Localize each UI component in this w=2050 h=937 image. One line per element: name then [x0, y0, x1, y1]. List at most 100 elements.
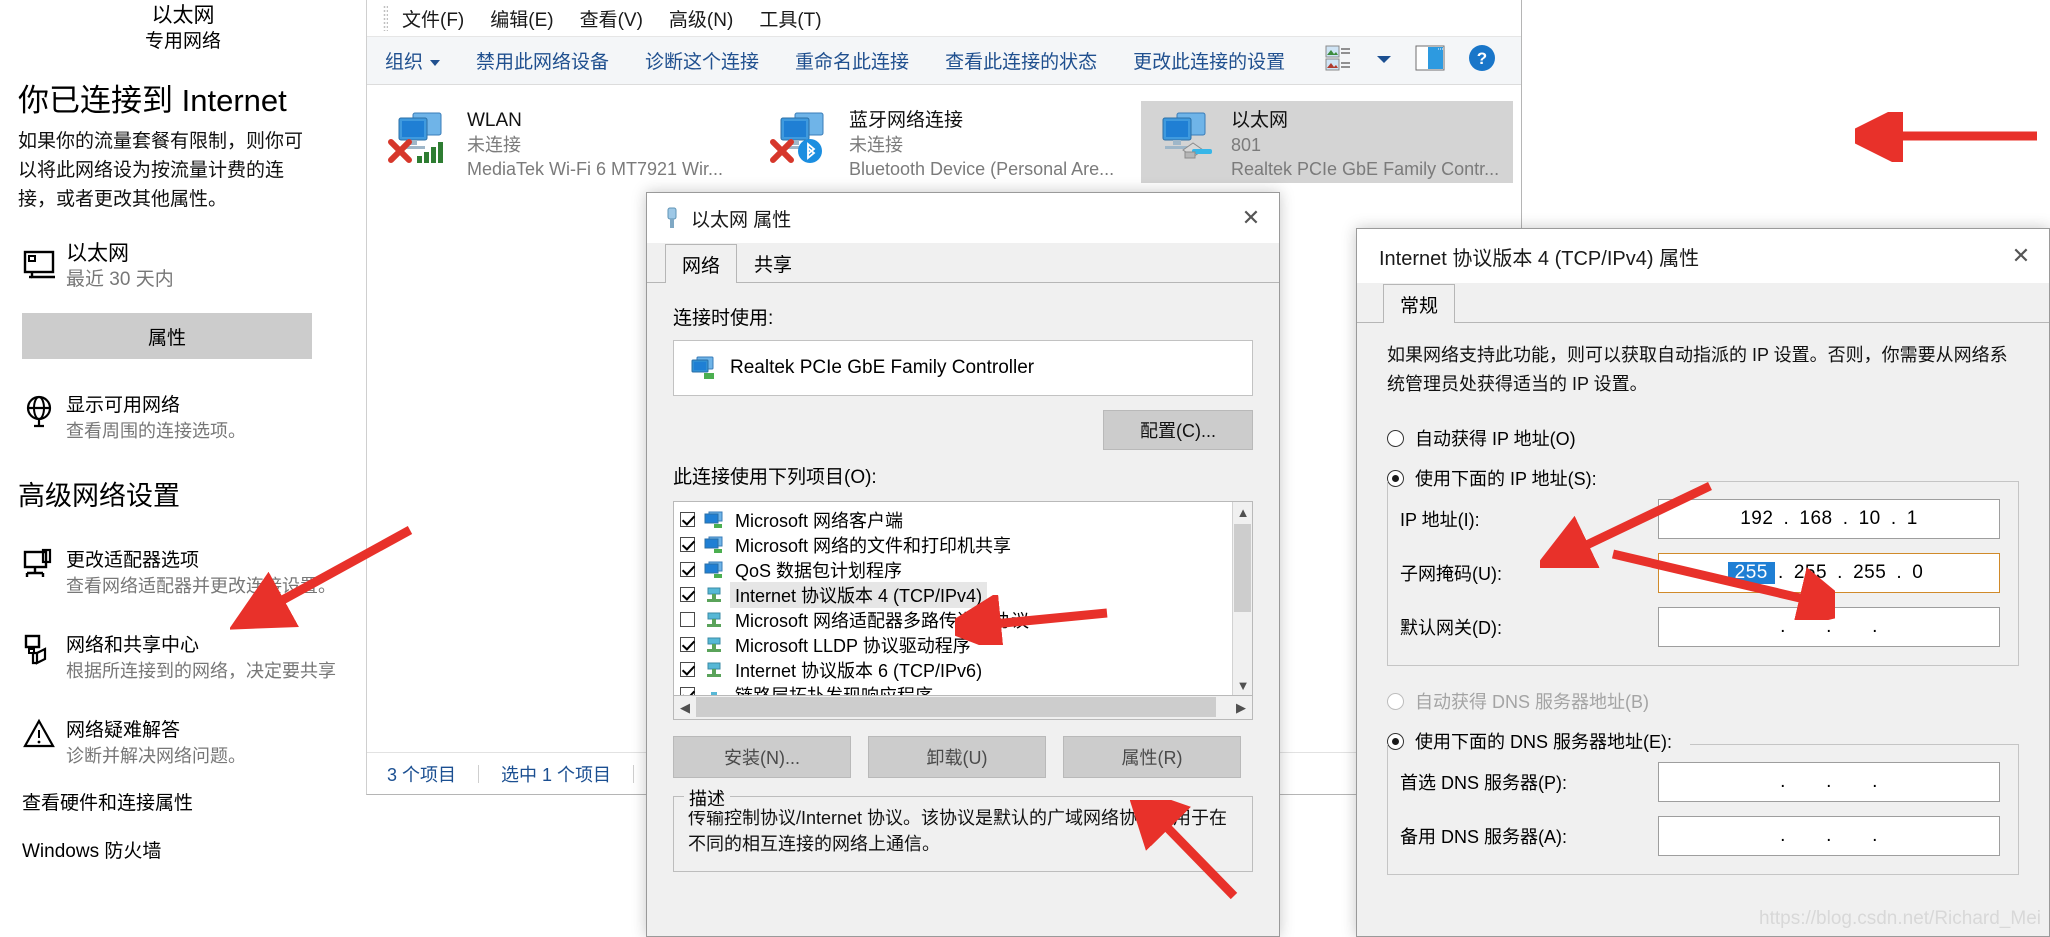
list-item[interactable]: Microsoft LLDP 协议驱动程序: [680, 632, 1252, 657]
adapter-item-bluetooth[interactable]: 蓝牙网络连接 未连接 Bluetooth Device (Personal Ar…: [759, 101, 1131, 183]
list-item-label: Internet 协议版本 6 (TCP/IPv6): [735, 660, 983, 681]
octet-1[interactable]: 255: [1727, 562, 1775, 584]
dot-separator: .: [1872, 616, 1878, 637]
adapter-device: Bluetooth Device (Personal Are...: [849, 159, 1115, 179]
scroll-up-icon[interactable]: ▲: [1233, 502, 1252, 522]
vertical-scrollbar[interactable]: ▲ ▼: [1232, 502, 1252, 695]
adapter-item-ethernet[interactable]: 以太网 801 Realtek PCIe GbE Family Contr...: [1141, 101, 1513, 183]
tab-network[interactable]: 网络: [665, 244, 738, 283]
octet-4[interactable]: 1: [1900, 508, 1925, 530]
watermark: https://blog.csdn.net/Richard_Mei: [1759, 908, 2041, 929]
checkbox[interactable]: [680, 662, 695, 677]
checkbox[interactable]: [680, 612, 695, 627]
dot-separator: .: [1890, 508, 1897, 529]
checkbox[interactable]: [680, 637, 695, 652]
preview-pane-icon[interactable]: [1415, 45, 1445, 76]
install-button[interactable]: 安装(N)...: [673, 736, 851, 778]
octet-3[interactable]: 255: [1846, 562, 1893, 584]
sidebar-item-network-sharing-center[interactable]: 网络和共享中心 根据所连接到的网络，决定要共享: [22, 633, 366, 684]
list-item[interactable]: Microsoft 网络客户端: [680, 507, 1252, 532]
radio-label: 自动获得 DNS 服务器地址(B): [1415, 692, 1649, 712]
sidebar-item-network-troubleshooter[interactable]: 网络疑难解答 诊断并解决网络问题。: [22, 718, 366, 769]
scroll-down-icon[interactable]: ▼: [1233, 675, 1252, 695]
scroll-left-icon[interactable]: ◀: [674, 700, 696, 716]
configure-button[interactable]: 配置(C)...: [1103, 410, 1253, 450]
scroll-thumb[interactable]: [1234, 524, 1251, 612]
adapter-name-value: Realtek PCIe GbE Family Controller: [730, 357, 1035, 378]
protocol-list[interactable]: Microsoft 网络客户端 Microsoft 网络的文件和打印机共享 Qo…: [673, 501, 1253, 696]
link-hardware-connection-properties[interactable]: 查看硬件和连接属性: [22, 791, 366, 817]
scroll-thumb-horizontal[interactable]: [696, 697, 1216, 717]
properties-button[interactable]: 属性(R): [1063, 736, 1241, 778]
sidebar-item-sub: 根据所连接到的网络，决定要共享: [66, 661, 336, 681]
page-description: 如果你的流量套餐有限制，则你可以将此网络设为按流量计费的连接，或者更改其他属性。: [18, 131, 304, 210]
horizontal-scrollbar[interactable]: ◀ ▶: [673, 696, 1253, 720]
dot-separator: .: [1842, 508, 1849, 529]
list-item[interactable]: Internet 协议版本 6 (TCP/IPv6): [680, 657, 1252, 682]
dot-separator: .: [1896, 562, 1903, 583]
sidebar-item-change-adapter-options[interactable]: 更改适配器选项 查看网络适配器并更改连接设置。: [22, 548, 366, 599]
close-icon[interactable]: ✕: [1223, 193, 1279, 243]
radio-button[interactable]: [1387, 692, 1404, 710]
adapter-name: 蓝牙网络连接: [849, 110, 964, 131]
tcpipv4-properties-dialog: Internet 协议版本 4 (TCP/IPv4) 属性 ✕ 常规 如果网络支…: [1356, 228, 2050, 937]
toolbar-change-settings[interactable]: 更改此连接的设置: [1133, 47, 1285, 74]
checkbox[interactable]: [680, 562, 695, 577]
menu-edit[interactable]: 编辑(E): [490, 5, 553, 32]
list-item-tcpipv4[interactable]: Internet 协议版本 4 (TCP/IPv4): [680, 581, 1252, 608]
alternate-dns-input[interactable]: . . .: [1658, 816, 2000, 856]
octet-2[interactable]: 255: [1787, 562, 1834, 584]
checkbox[interactable]: [680, 512, 695, 527]
octet-2[interactable]: 168: [1792, 508, 1839, 530]
tab-general[interactable]: 常规: [1383, 284, 1456, 323]
tab-sharing[interactable]: 共享: [737, 243, 809, 282]
help-icon[interactable]: ?: [1467, 43, 1497, 78]
protocol-icon: [707, 587, 721, 602]
checkbox[interactable]: [680, 587, 695, 602]
status-separator: [633, 764, 635, 783]
menu-file[interactable]: 文件(F): [402, 5, 464, 32]
radio-button[interactable]: [1387, 429, 1404, 447]
scroll-right-icon[interactable]: ▶: [1230, 700, 1252, 716]
radio-obtain-dns-automatically[interactable]: 自动获得 DNS 服务器地址(B): [1387, 688, 2019, 714]
link-windows-firewall[interactable]: Windows 防火墙: [22, 839, 366, 865]
sidebar-item-show-available-networks[interactable]: 显示可用网络 查看周围的连接选项。: [22, 393, 366, 444]
network-header: 以太网 专用网络: [0, 0, 366, 55]
octet-1[interactable]: 192: [1733, 508, 1780, 530]
wifi-signal-icon: [417, 142, 443, 163]
disabled-x-icon: [770, 139, 794, 163]
list-item[interactable]: Microsoft 网络的文件和打印机共享: [680, 532, 1252, 557]
menu-view[interactable]: 查看(V): [580, 5, 643, 32]
default-gateway-input[interactable]: . . .: [1658, 607, 2000, 647]
dot-separator: .: [1780, 825, 1786, 846]
ip-address-input[interactable]: 192. 168. 10. 1: [1658, 499, 2000, 539]
sidebar-item-label: 显示可用网络: [66, 395, 181, 416]
octet-4[interactable]: 0: [1905, 562, 1930, 584]
menu-bar: 文件(F) 编辑(E) 查看(V) 高级(N) 工具(T): [367, 0, 1521, 37]
chevron-down-icon[interactable]: [1375, 52, 1393, 70]
adapter-list: WLAN 未连接 MediaTek Wi-Fi 6 MT7921 Wir...: [367, 85, 1521, 183]
menu-tools[interactable]: 工具(T): [759, 5, 821, 32]
list-item[interactable]: Microsoft 网络适配器多路传送器协议: [680, 607, 1252, 632]
field-label: 默认网关(D):: [1400, 618, 1502, 638]
view-mode-icon[interactable]: [1325, 45, 1353, 76]
properties-button[interactable]: 属性: [22, 313, 312, 359]
list-item[interactable]: QoS 数据包计划程序: [680, 557, 1252, 582]
toolbar-organize-button[interactable]: 组织: [385, 47, 441, 74]
ethernet-plug-icon: [1182, 142, 1212, 159]
uninstall-button[interactable]: 卸载(U): [868, 736, 1046, 778]
preferred-dns-input[interactable]: . . .: [1658, 762, 2000, 802]
menu-advanced[interactable]: 高级(N): [669, 5, 733, 32]
radio-obtain-ip-automatically[interactable]: 自动获得 IP 地址(O): [1387, 425, 2019, 451]
checkbox[interactable]: [680, 687, 695, 695]
octet-3[interactable]: 10: [1852, 508, 1888, 530]
list-item[interactable]: 链路层拓扑发现响应程序: [680, 682, 1252, 695]
adapter-item-wlan[interactable]: WLAN 未连接 MediaTek Wi-Fi 6 MT7921 Wir...: [377, 101, 749, 183]
toolbar-disable-device[interactable]: 禁用此网络设备: [476, 47, 609, 74]
toolbar-rename-connection[interactable]: 重命名此连接: [795, 47, 909, 74]
checkbox[interactable]: [680, 537, 695, 552]
toolbar-view-status[interactable]: 查看此连接的状态: [945, 47, 1097, 74]
close-icon[interactable]: ✕: [1993, 231, 2049, 281]
subnet-mask-input[interactable]: 255. 255. 255. 0: [1658, 553, 2000, 593]
toolbar-diagnose-connection[interactable]: 诊断这个连接: [645, 47, 759, 74]
